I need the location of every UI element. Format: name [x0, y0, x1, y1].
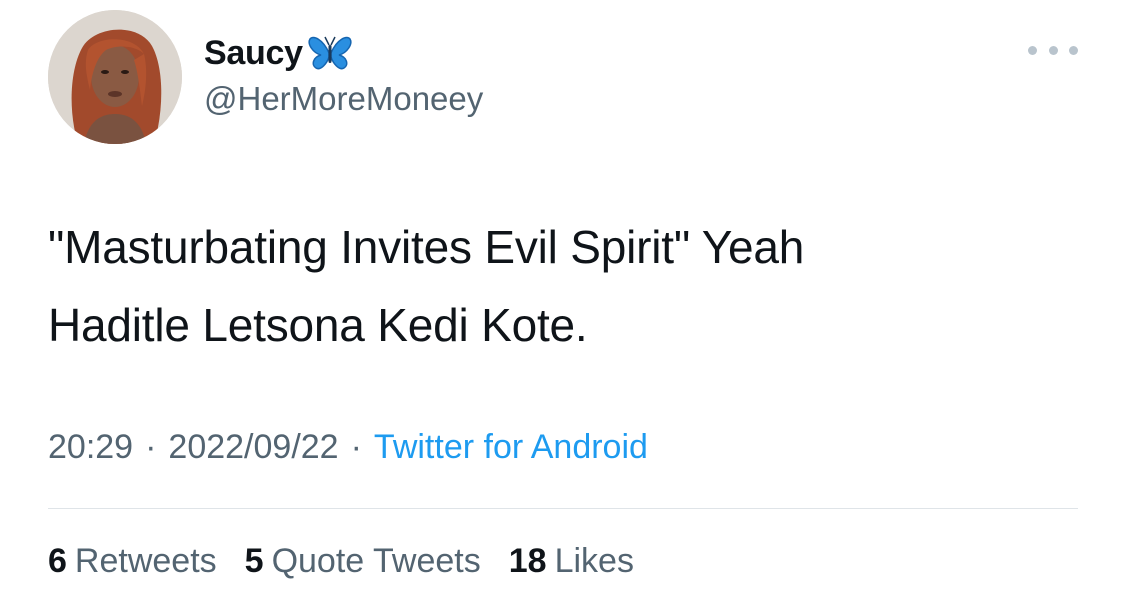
- tweet-stats: 6 Retweets 5 Quote Tweets 18 Likes: [48, 542, 662, 581]
- quote-tweets-count: 5: [244, 542, 264, 580]
- tweet-date[interactable]: 2022/09/22: [168, 428, 338, 467]
- retweets-stat[interactable]: 6 Retweets: [48, 542, 217, 581]
- likes-stat[interactable]: 18 Likes: [509, 542, 634, 581]
- more-dot: [1048, 45, 1058, 55]
- tweet-meta: 20:29 · 2022/09/22 · Twitter for Android: [48, 428, 648, 467]
- avatar[interactable]: [48, 10, 182, 144]
- meta-separator: ·: [145, 428, 157, 466]
- likes-count: 18: [508, 542, 547, 580]
- likes-label: Likes: [554, 542, 634, 580]
- more-dot: [1069, 45, 1078, 55]
- user-handle[interactable]: @HerMoreMoneey: [204, 80, 483, 118]
- avatar-image: [48, 10, 182, 144]
- tweet-time[interactable]: 20:29: [48, 428, 133, 467]
- more-options-icon[interactable]: [1028, 40, 1078, 60]
- tweet-text-line: Haditle Letsona Kedi Kote.: [48, 299, 588, 351]
- user-info[interactable]: Saucy @HerMoreMoneey: [204, 32, 483, 118]
- retweets-count: 6: [48, 542, 67, 580]
- tweet-detail: Saucy @HerMoreMoneey "Masturbating Invit…: [0, 0, 1125, 611]
- display-name[interactable]: Saucy: [204, 34, 303, 73]
- tweet-text: "Masturbating Invites Evil Spirit" Yeah …: [48, 208, 1068, 364]
- tweet-text-line: "Masturbating Invites Evil Spirit" Yeah: [48, 221, 805, 273]
- display-name-row: Saucy: [204, 32, 483, 74]
- tweet-source-link[interactable]: Twitter for Android: [374, 428, 648, 467]
- quote-tweets-stat[interactable]: 5 Quote Tweets: [245, 542, 481, 581]
- meta-separator: ·: [350, 428, 362, 466]
- divider: [48, 508, 1078, 509]
- butterfly-icon: [308, 36, 352, 70]
- quote-tweets-label: Quote Tweets: [271, 542, 481, 580]
- more-dot: [1028, 45, 1037, 55]
- retweets-label: Retweets: [74, 542, 217, 580]
